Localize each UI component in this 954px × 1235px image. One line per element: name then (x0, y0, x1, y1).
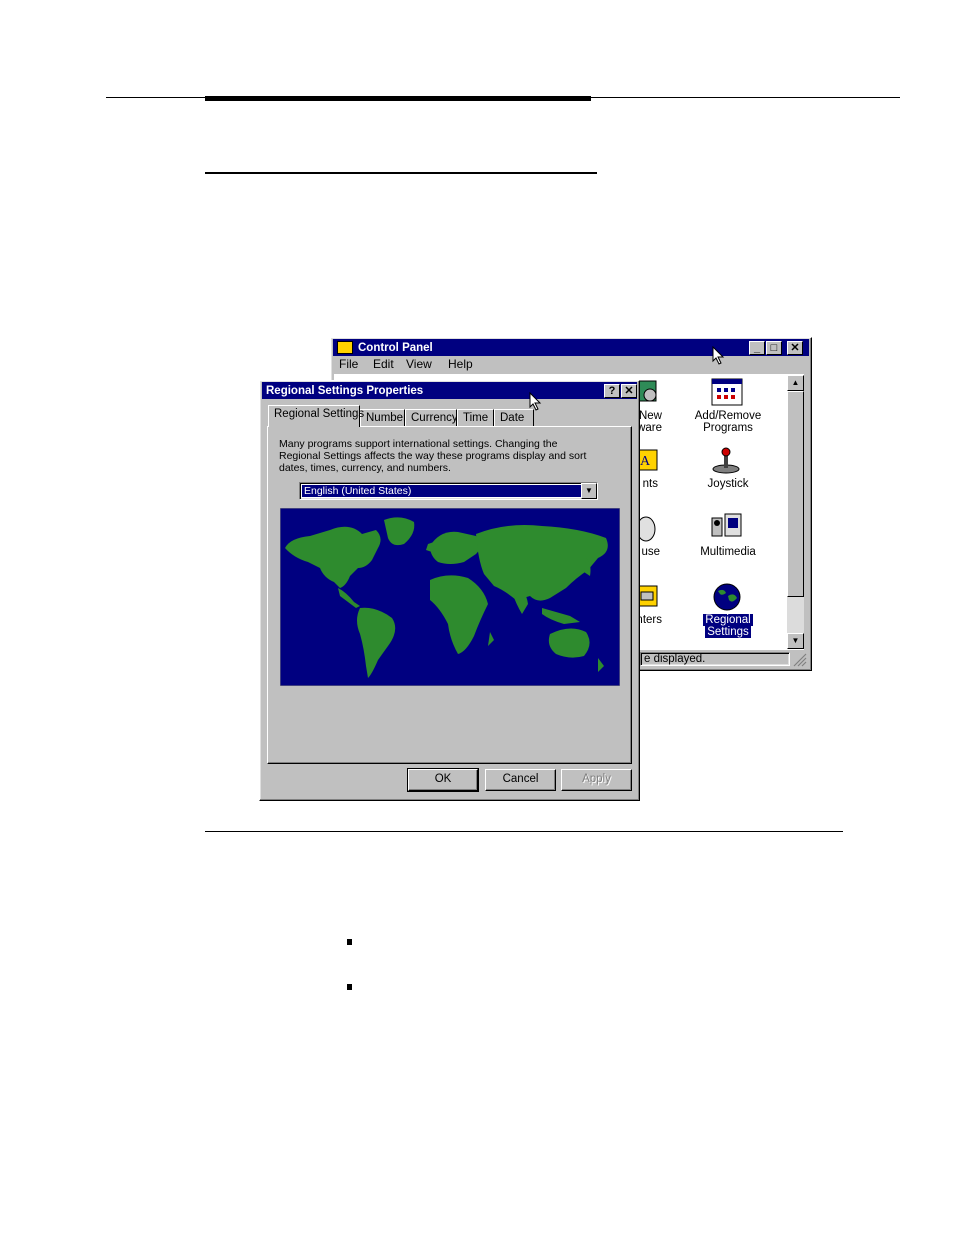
help-button[interactable]: ? (604, 384, 620, 398)
globe-icon (713, 583, 741, 611)
locale-select[interactable]: English (United States) ▼ (299, 482, 598, 500)
tab-date[interactable]: Date (494, 409, 534, 426)
scroll-thumb[interactable] (787, 391, 804, 597)
minimize-button[interactable]: _ (749, 341, 765, 355)
header-rule-thick (205, 96, 591, 101)
cp-item-multimedia[interactable]: Multimedia (680, 546, 776, 558)
svg-text:A: A (640, 454, 651, 469)
bullet-icon (347, 984, 352, 990)
tab-currency[interactable]: Currency (405, 409, 458, 426)
status-text: e displayed. (644, 653, 706, 665)
control-panel-title-bar[interactable]: Control Panel (333, 339, 809, 356)
tab-number[interactable]: Number (360, 409, 407, 426)
dialog-close-button[interactable]: ✕ (621, 384, 637, 398)
dropdown-arrow-button[interactable]: ▼ (581, 483, 597, 499)
figure-bottom-rule (205, 831, 843, 832)
locale-value: English (United States) (301, 484, 582, 498)
cp-item-regional-settings[interactable]: Regional Settings (680, 614, 776, 638)
world-map[interactable] (280, 508, 620, 686)
close-icon: ✕ (624, 385, 634, 397)
cp-item-add-remove-programs[interactable]: Add/Remove Programs (680, 410, 776, 434)
maximize-icon: □ (770, 342, 778, 354)
mouse-cursor-icon (712, 346, 725, 365)
scroll-up-button[interactable]: ▲ (787, 375, 804, 391)
bullet-icon (347, 939, 352, 945)
tab-regional-settings[interactable]: Regional Settings (268, 405, 364, 427)
add-remove-programs-icon (711, 378, 743, 406)
close-button[interactable]: ✕ (787, 341, 803, 355)
control-panel-title: Control Panel (358, 341, 433, 354)
menu-file[interactable]: File (339, 357, 358, 371)
menu-view[interactable]: View (406, 357, 432, 371)
cancel-button[interactable]: Cancel (485, 769, 556, 791)
joystick-icon (712, 447, 740, 474)
ok-button[interactable]: OK (407, 768, 479, 792)
help-icon: ? (608, 385, 616, 397)
chevron-down-icon: ▼ (585, 486, 593, 495)
menu-edit[interactable]: Edit (373, 357, 394, 371)
description-text: Many programs support international sett… (279, 438, 587, 474)
dialog-title-bar[interactable]: Regional Settings Properties (262, 382, 637, 399)
control-panel-status-bar: e displayed. (640, 652, 790, 666)
tab-time[interactable]: Time (457, 409, 494, 426)
dialog-title: Regional Settings Properties (266, 384, 424, 397)
scroll-down-button[interactable]: ▼ (787, 633, 804, 649)
multimedia-icon (711, 513, 742, 537)
resize-grip-icon[interactable] (793, 653, 807, 667)
control-panel-icon (337, 341, 353, 354)
menu-help[interactable]: Help (448, 357, 473, 371)
close-icon: ✕ (790, 342, 800, 354)
maximize-button[interactable]: □ (766, 341, 782, 355)
minimize-icon: _ (753, 342, 761, 354)
cp-item-joystick[interactable]: Joystick (680, 478, 776, 490)
apply-button[interactable]: Apply (561, 769, 632, 791)
section-rule (205, 172, 597, 174)
